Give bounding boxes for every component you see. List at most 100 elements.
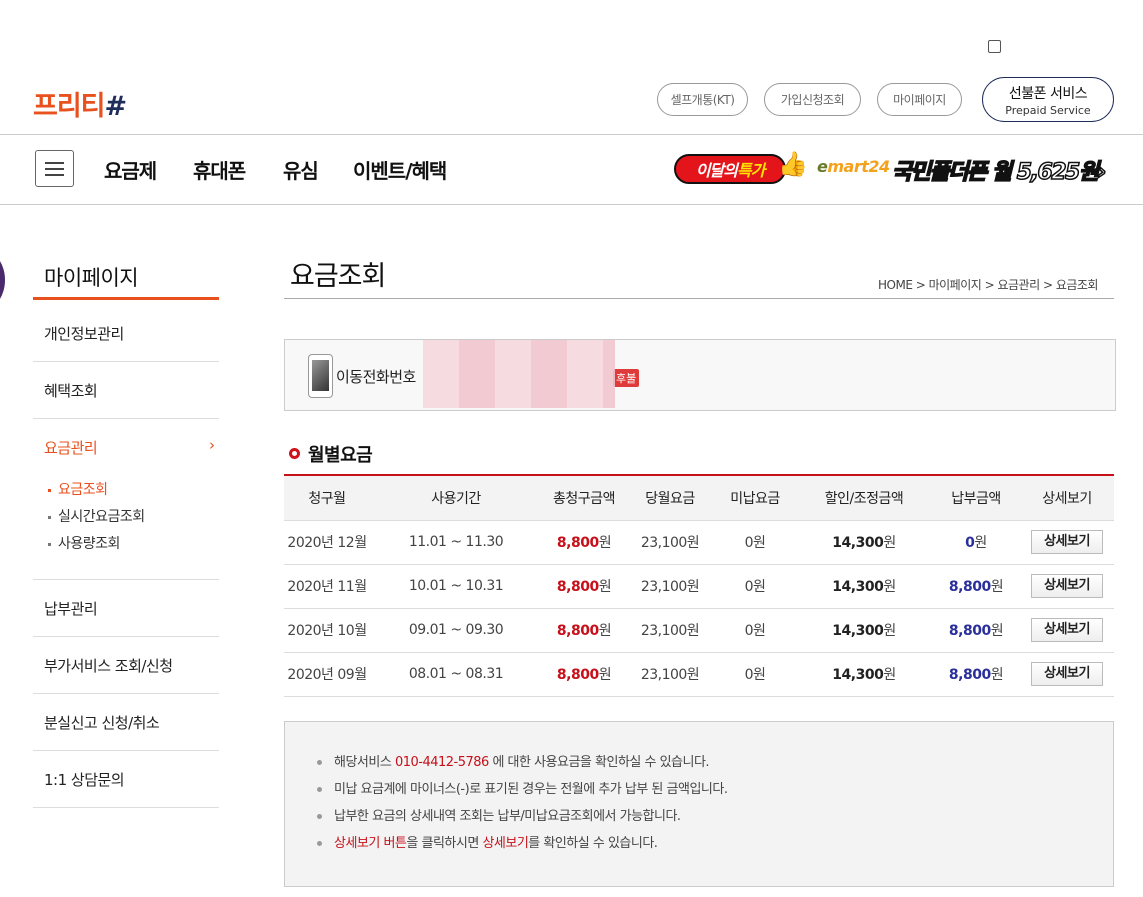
cell-unpaid: 0원 — [744, 579, 766, 595]
col-header-unpaid: 미납요금 — [730, 490, 780, 507]
menu-bar-icon — [45, 174, 64, 176]
cell-detail: 상세보기 — [1020, 608, 1114, 652]
sidebar-divider — [33, 807, 219, 808]
cell-total: 8,800원 — [556, 623, 612, 639]
cell-unpaid: 0원 — [744, 667, 766, 683]
cell-month: 2020년 09월 — [287, 667, 367, 683]
monthly-special-banner[interactable]: 이달의 특가 — [674, 154, 786, 184]
decorative-shape — [0, 250, 5, 310]
nav-events[interactable]: 이벤트/혜택 — [353, 155, 447, 184]
col-header-detail: 상세보기 — [1042, 490, 1092, 507]
thumbs-up-icon: 👍 — [778, 150, 808, 178]
cell-detail: 상세보기 — [1020, 564, 1114, 608]
prepaid-service-button[interactable]: 선불폰 서비스 Prepaid Service — [982, 77, 1114, 122]
detail-button[interactable]: 상세보기 — [1031, 662, 1103, 686]
prepaid-subtitle: Prepaid Service — [1005, 104, 1091, 117]
hamburger-menu-button[interactable] — [35, 150, 74, 187]
cell-paid: 8,800원 — [948, 623, 1004, 639]
logo[interactable]: 프리티# — [33, 84, 127, 123]
sidebar-item-addon-services[interactable]: 부가서비스 조회/신청 — [44, 655, 173, 676]
menu-bar-icon — [45, 168, 64, 170]
sidebar-divider — [33, 693, 219, 694]
emart24-logo: emart24 — [817, 157, 890, 176]
nav-divider — [0, 204, 1143, 205]
section-bullet-icon — [289, 448, 300, 459]
notice-item: 상세보기 버튼을 클릭하시면 상세보기를 확인하실 수 있습니다. — [317, 832, 1113, 859]
promo-text: 이달의 — [695, 161, 738, 180]
detail-button[interactable]: 상세보기 — [1031, 574, 1103, 598]
detail-button[interactable]: 상세보기 — [1031, 530, 1103, 554]
cell-discount: 14,300원 — [832, 667, 896, 683]
redacted-phone-number — [423, 340, 615, 408]
cell-total: 8,800원 — [556, 579, 612, 595]
detail-button[interactable]: 상세보기 — [1031, 618, 1103, 642]
cell-current: 23,100원 — [640, 623, 700, 639]
arrow-right-icon: › — [1097, 159, 1107, 186]
sidebar-item-billing[interactable]: 요금관리 — [44, 437, 98, 458]
promo-text-highlight: 특가 — [736, 161, 765, 180]
cell-period: 11.01 ~ 11.30 — [408, 534, 504, 550]
sidebar-subitem-bill-inquiry[interactable]: 요금조회 — [48, 479, 108, 499]
cell-current: 23,100원 — [640, 535, 700, 551]
table-row: 2020년 09월 08.01 ~ 08.31 8,800원 23,100원 0… — [284, 652, 1114, 696]
col-header-discount: 할인/조정금액 — [824, 490, 904, 507]
table-row: 2020년 10월 09.01 ~ 09.30 8,800원 23,100원 0… — [284, 608, 1114, 652]
cell-period: 08.01 ~ 08.31 — [408, 666, 504, 682]
col-header-period: 사용기간 — [431, 490, 481, 507]
table-row: 2020년 11월 10.01 ~ 10.31 8,800원 23,100원 0… — [284, 564, 1114, 608]
postpaid-badge: 후불 — [613, 369, 640, 387]
section-title: 월별요금 — [308, 445, 373, 466]
folder-phone-banner[interactable]: 국민폴더폰 월 5,625원› — [891, 154, 1107, 186]
notice-item: 미납 요금계에 마이너스(-)로 표기된 경우는 전월에 추가 납부 된 금액입… — [317, 778, 1113, 805]
cell-period: 09.01 ~ 09.30 — [408, 622, 504, 638]
sidebar-divider — [33, 750, 219, 751]
page-title: 요금조회 — [290, 261, 386, 292]
table-header-row: 청구월 사용기간 총청구금액 당월요금 미납요금 할인/조정금액 납부금액 상세… — [284, 475, 1114, 520]
cell-paid: 0원 — [965, 535, 987, 551]
sidebar-subitem-realtime-bill[interactable]: 실시간요금조회 — [48, 506, 145, 526]
sidebar-item-consultation[interactable]: 1:1 상담문의 — [44, 769, 125, 790]
sidebar-title-underline — [33, 297, 219, 300]
cell-unpaid: 0원 — [744, 623, 766, 639]
col-header-current: 당월요금 — [645, 490, 695, 507]
cell-discount: 14,300원 — [832, 579, 896, 595]
cell-period: 10.01 ~ 10.31 — [408, 578, 504, 594]
sidebar-subitem-usage[interactable]: 사용량조회 — [48, 533, 120, 553]
cell-paid: 8,800원 — [948, 579, 1004, 595]
sidebar-item-benefits[interactable]: 혜택조회 — [44, 380, 98, 401]
col-header-total: 총청구금액 — [553, 490, 615, 507]
sidebar-item-lost-report[interactable]: 분실신고 신청/취소 — [44, 712, 160, 733]
nav-phones[interactable]: 휴대폰 — [193, 155, 246, 184]
sidebar-item-personal-info[interactable]: 개인정보관리 — [44, 323, 124, 344]
breadcrumb: HOME > 마이페이지 > 요금관리 > 요금조회 — [878, 278, 1098, 292]
top-checkbox[interactable] — [988, 40, 1001, 53]
sidebar-item-payment[interactable]: 납부관리 — [44, 598, 98, 619]
cell-paid: 8,800원 — [948, 667, 1004, 683]
cell-unpaid: 0원 — [744, 535, 766, 551]
notice-box: 해당서비스 010-4412-5786 에 대한 사용요금을 확인하실 수 있습… — [284, 721, 1114, 887]
cell-total: 8,800원 — [556, 667, 612, 683]
cell-detail: 상세보기 — [1020, 520, 1114, 564]
cell-detail: 상세보기 — [1020, 652, 1114, 696]
notice-item: 납부한 요금의 상세내역 조회는 납부/미납요금조회에서 가능합니다. — [317, 805, 1113, 832]
cell-total: 8,800원 — [556, 535, 612, 551]
header-divider — [0, 134, 1143, 135]
cell-month: 2020년 10월 — [287, 623, 367, 639]
mypage-link[interactable]: 마이페이지 — [877, 83, 962, 116]
sidebar-divider — [33, 418, 219, 419]
title-divider — [284, 298, 1114, 299]
cell-current: 23,100원 — [640, 667, 700, 683]
self-activation-link[interactable]: 셀프개통(KT) — [657, 83, 748, 116]
menu-bar-icon — [45, 162, 64, 164]
col-header-month: 청구월 — [308, 490, 346, 507]
mobile-phone-icon — [308, 354, 333, 398]
col-header-paid: 납부금액 — [951, 490, 1001, 507]
chevron-right-icon: › — [209, 436, 215, 454]
sidebar-divider — [33, 636, 219, 637]
nav-plans[interactable]: 요금제 — [104, 155, 157, 184]
signup-status-link[interactable]: 가입신청조회 — [764, 83, 861, 116]
cell-current: 23,100원 — [640, 579, 700, 595]
nav-usim[interactable]: 유심 — [283, 155, 319, 184]
sidebar-divider — [33, 361, 219, 362]
phone-number-panel: 이동전화번호 후불 — [284, 339, 1116, 411]
